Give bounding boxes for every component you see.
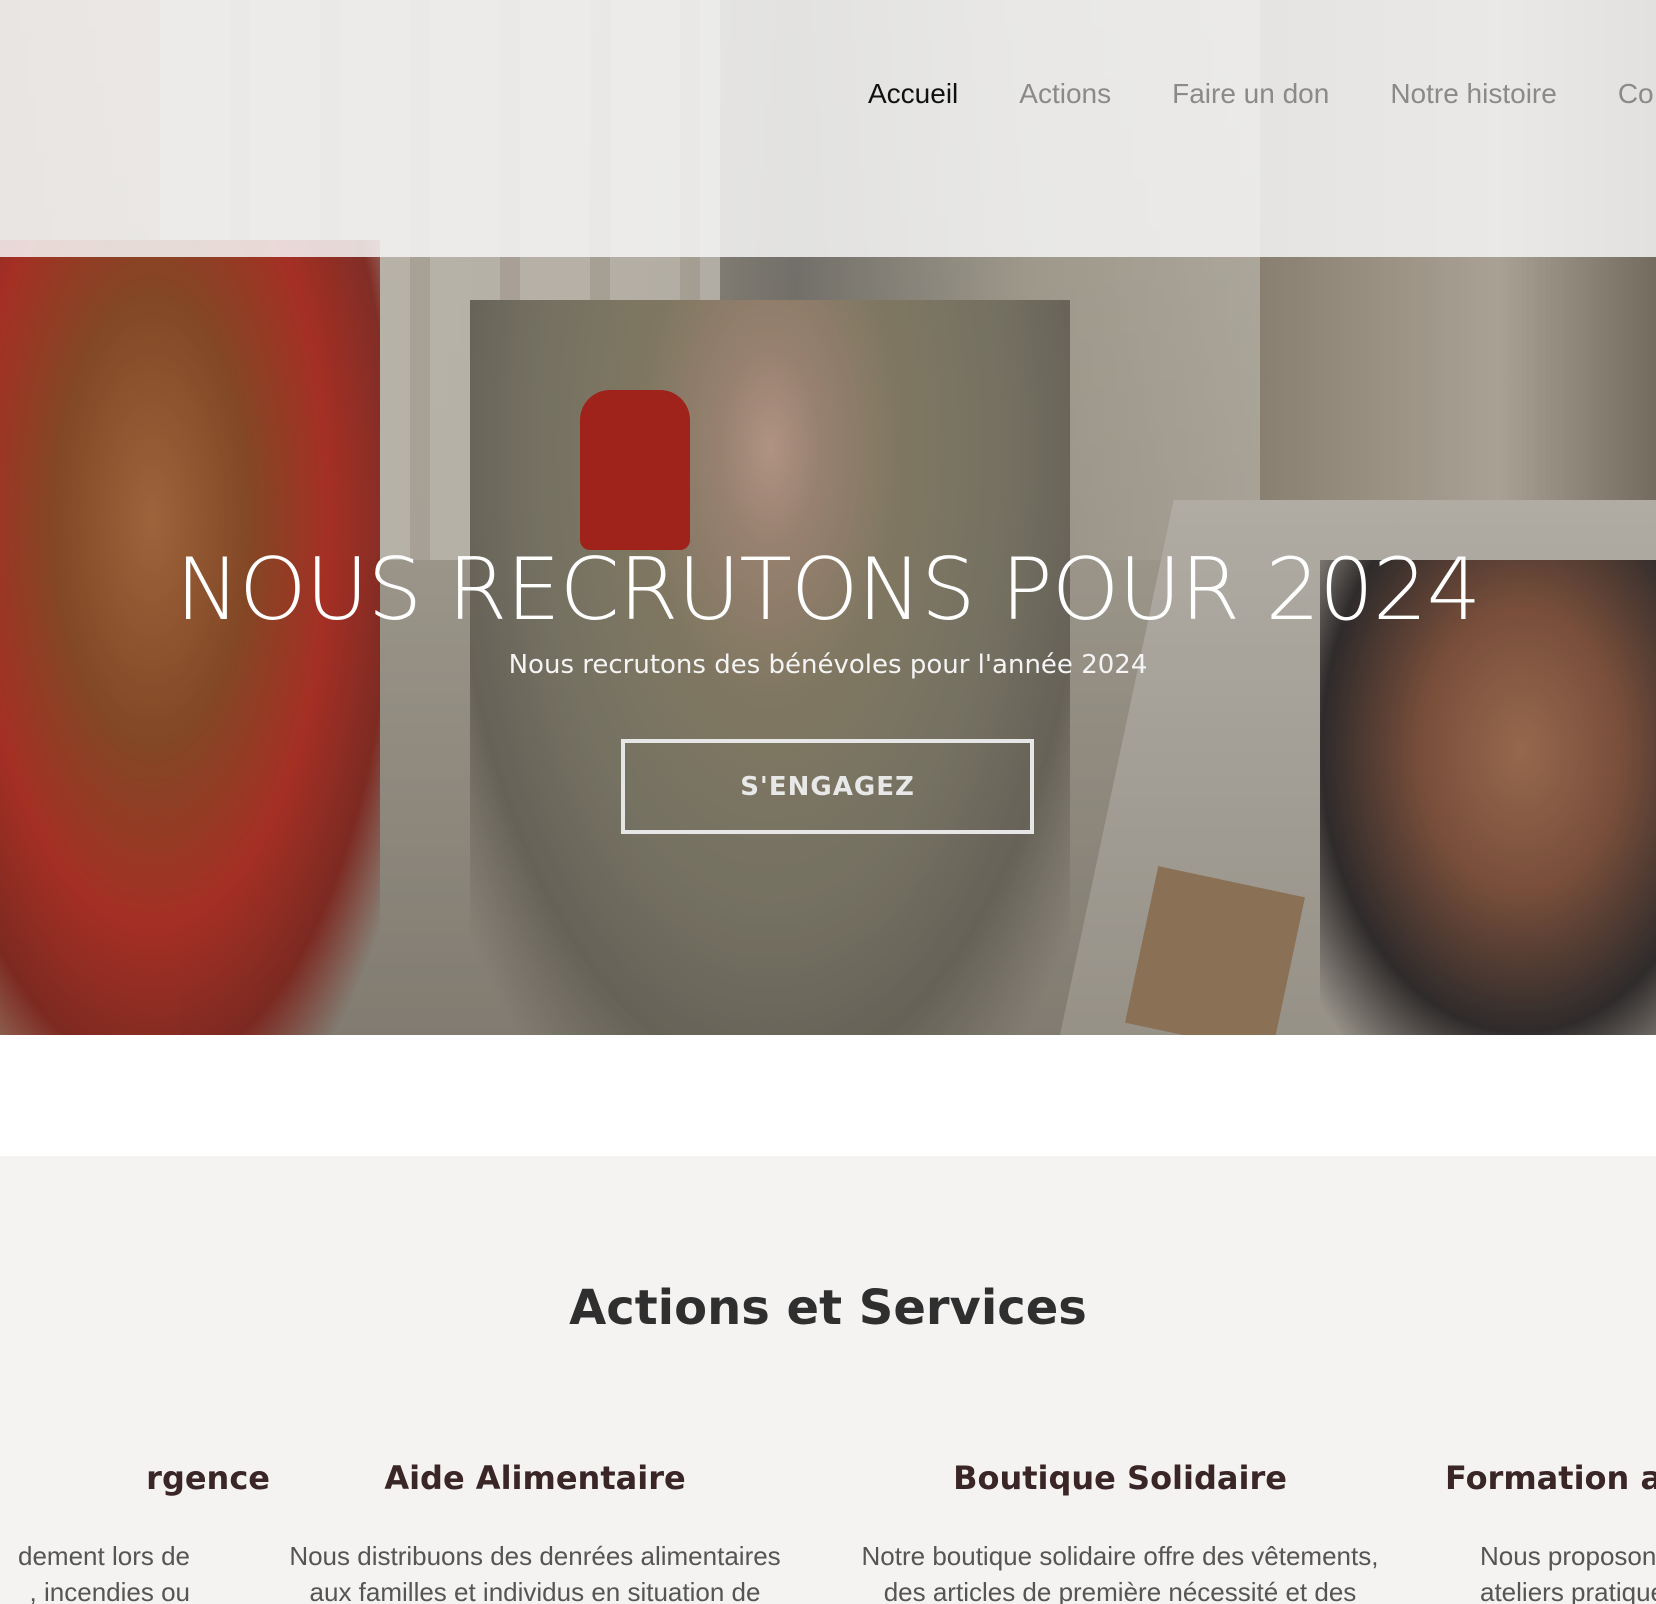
nav-item-contact[interactable]: Co (1618, 78, 1654, 110)
service-text: Nous proposon ateliers pratiques (1480, 1541, 1656, 1604)
hero-subtitle: Nous recrutons des bénévoles pour l'anné… (508, 650, 1148, 680)
main-nav: Accueil Actions Faire un don Notre histo… (868, 78, 1656, 110)
service-title: Formation au (1445, 1459, 1656, 1497)
service-text: dement lors de , incendies ou (18, 1541, 190, 1604)
engage-button[interactable]: S'ENGAGEZ (621, 739, 1034, 834)
hero-title: NOUS RECRUTONS POUR 2024 (175, 540, 1482, 640)
site-header: Accueil Actions Faire un don Notre histo… (0, 0, 1656, 257)
service-title: rgence (146, 1459, 270, 1497)
nav-item-actions[interactable]: Actions (1019, 78, 1111, 110)
service-title: Aide Alimentaire (384, 1459, 686, 1497)
section-spacer (0, 1035, 1656, 1156)
service-text: Notre boutique solidaire offre des vêtem… (861, 1541, 1379, 1604)
nav-item-accueil[interactable]: Accueil (868, 78, 958, 110)
service-title: Boutique Solidaire (953, 1459, 1287, 1497)
service-text: Nous distribuons des denrées alimentaire… (289, 1541, 781, 1604)
nav-item-faire-un-don[interactable]: Faire un don (1172, 78, 1329, 110)
services-section: Actions et Services rgence dement lors d… (0, 1156, 1656, 1604)
services-title: Actions et Services (569, 1280, 1087, 1336)
nav-item-notre-histoire[interactable]: Notre histoire (1390, 78, 1557, 110)
